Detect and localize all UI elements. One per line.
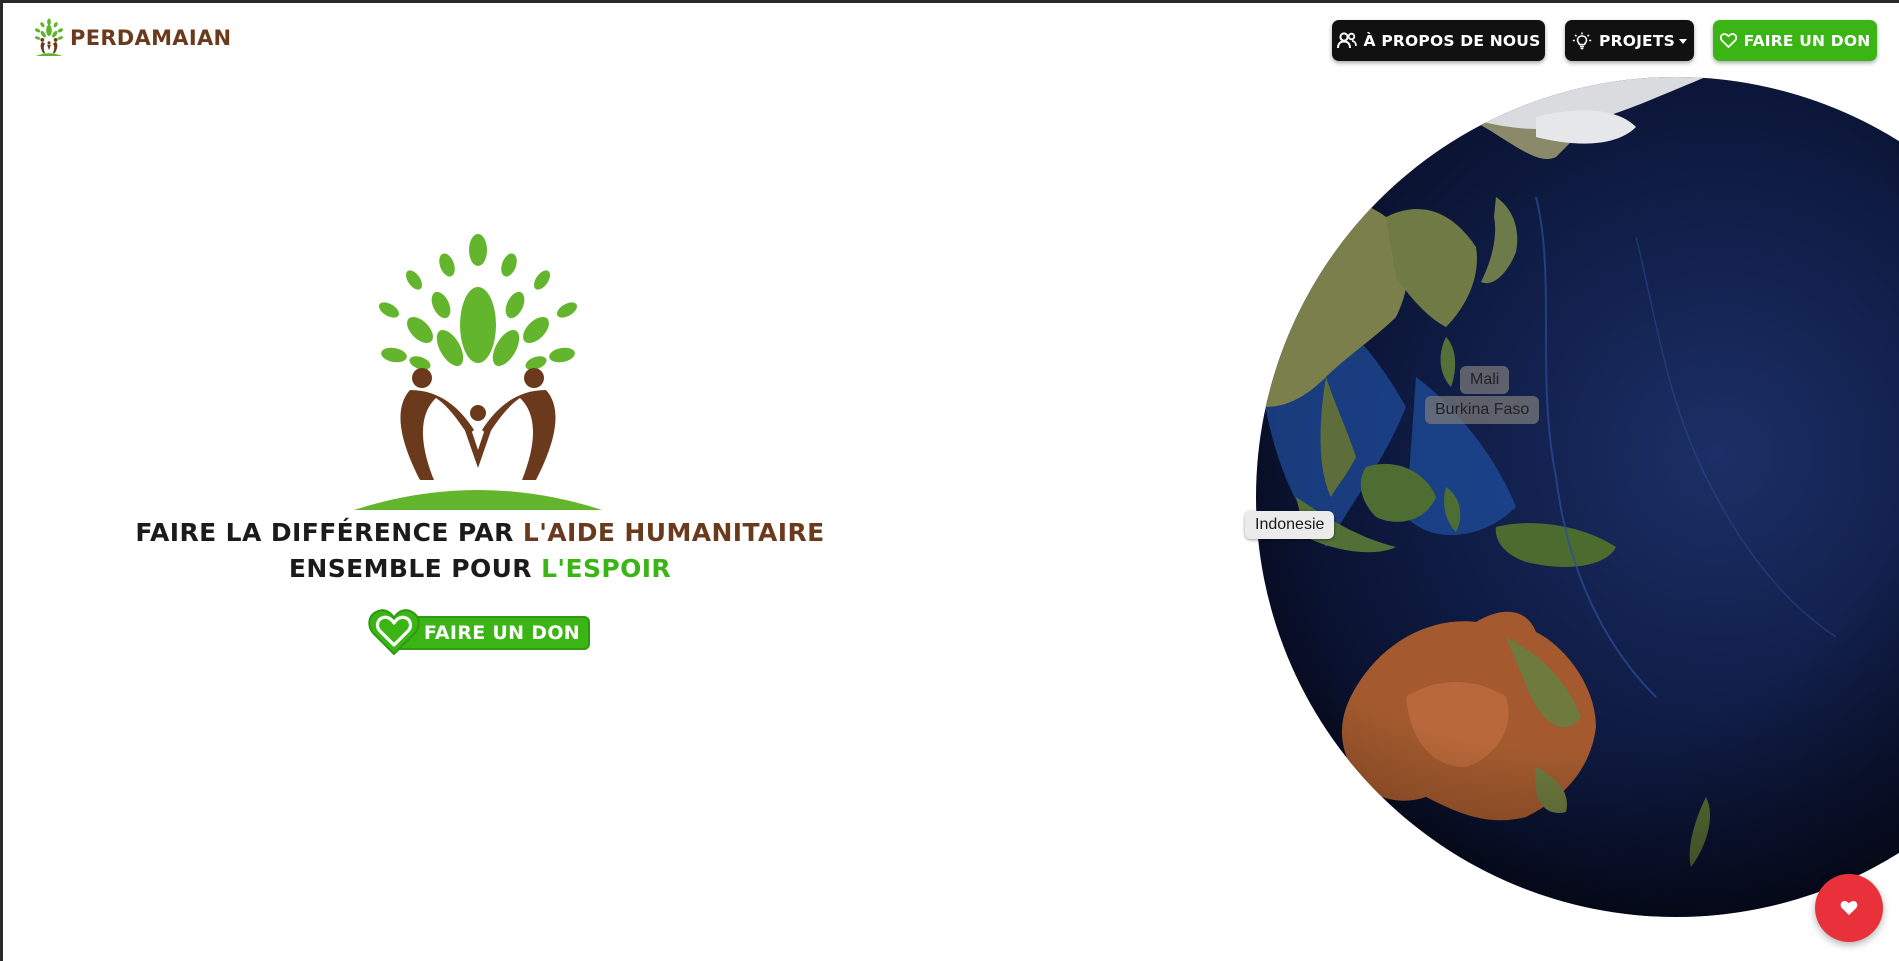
hero-tree-logo [354,234,602,510]
about-us-button[interactable]: À PROPOS DE NOUS [1332,20,1545,61]
globe-label-mali[interactable]: Mali [1460,366,1510,394]
projects-label: PROJETS [1599,31,1675,50]
projects-dropdown-button[interactable]: PROJETS [1565,20,1694,61]
hero-tagline-line1: FAIRE LA DIFFÉRENCE PAR L'AIDE HUMANITAI… [130,518,830,547]
hero-tagline-line2: ENSEMBLE POUR L'ESPOIR [130,554,830,583]
globe-viewport[interactable] [1236,77,1899,917]
lightbulb-icon [1572,32,1592,49]
tagline-highlight-brown: L'AIDE HUMANITAIRE [522,518,825,547]
users-icon [1336,32,1357,49]
chevron-down-icon [1678,38,1687,44]
donate-nav-button[interactable]: FAIRE UN DON [1713,20,1877,61]
tagline-text: FAIRE LA DIFFÉRENCE PAR [135,518,523,547]
donate-nav-label: FAIRE UN DON [1743,31,1871,50]
hero-donate-label: FAIRE UN DON [423,622,580,644]
earth-globe [1256,77,1899,917]
hero-donate-button[interactable]: FAIRE UN DON [366,609,592,656]
brand-name: PERDAMAIAN [70,26,232,50]
about-us-label: À PROPOS DE NOUS [1363,31,1541,50]
globe-label-indonesie[interactable]: Indonesie [1245,511,1335,539]
tagline-text: ENSEMBLE POUR [288,554,542,583]
brand-home-link[interactable]: PERDAMAIAN [30,18,231,58]
tagline-highlight-green: L'ESPOIR [541,554,672,583]
tree-logo-icon [34,18,64,57]
heart-icon [368,609,420,656]
floating-donate-button[interactable] [1815,874,1883,942]
heart-icon [1719,33,1737,48]
globe-label-burkina-faso[interactable]: Burkina Faso [1425,396,1540,424]
heart-icon [1840,900,1858,915]
